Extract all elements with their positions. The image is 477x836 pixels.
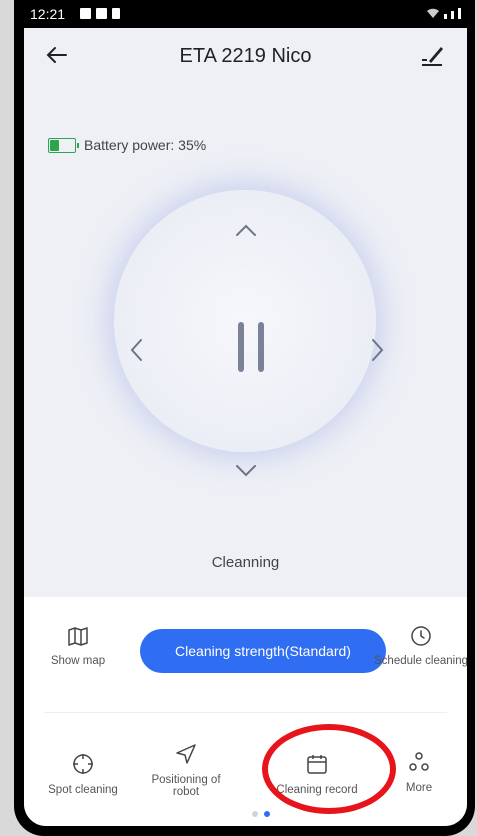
battery-status: Battery power: 35% (48, 137, 206, 153)
signal-bar-icon (444, 14, 447, 19)
signal-bar-icon (458, 8, 461, 19)
signal-icons (426, 7, 461, 19)
phone-frame: 12:21 ETA 2219 Nico Battery power: 35% C… (14, 0, 475, 836)
clock-icon (410, 626, 431, 646)
signal-bar-icon (451, 11, 454, 19)
schedule-cleaning-button[interactable]: Schedule cleaning (374, 625, 467, 667)
positioning-label: Positioning of robot (151, 774, 221, 798)
arrow-left-button[interactable] (122, 335, 152, 365)
show-map-button[interactable]: Show map (38, 625, 118, 667)
navigation-arrow-icon (176, 744, 196, 764)
app-bar: ETA 2219 Nico (24, 28, 467, 84)
cleaning-state: Cleanning (211, 554, 280, 571)
app-icon (96, 8, 107, 19)
positioning-button[interactable]: Positioning of robot (144, 742, 228, 806)
page-dot[interactable] (252, 811, 258, 817)
schedule-cleaning-label: Schedule cleaning (374, 655, 467, 667)
battery-icon (48, 137, 79, 153)
page-indicator (252, 811, 270, 817)
panel-divider (44, 712, 447, 713)
show-map-label: Show map (50, 655, 106, 667)
app-screen: 12:21 ETA 2219 Nico Battery power: 35% C… (24, 0, 467, 826)
cleaning-strength-label: Cleaning strength(Standard) (175, 643, 351, 659)
pause-bar-icon (258, 322, 264, 372)
device-title: ETA 2219 Nico (179, 45, 312, 67)
crosshair-icon (73, 754, 93, 774)
arrow-down-button[interactable] (231, 456, 261, 486)
status-bar: 12:21 (24, 0, 467, 28)
map-icon (68, 627, 88, 646)
highlight-circle-annotation (262, 724, 396, 814)
clipboard-icon (112, 8, 120, 19)
battery-level (50, 139, 60, 151)
page-dot-active[interactable] (264, 811, 270, 817)
pencil-icon[interactable] (419, 42, 445, 68)
wifi-icon (427, 8, 439, 18)
spot-cleaning-label: Spot cleaning (48, 784, 118, 796)
arrow-right-button[interactable] (362, 335, 392, 365)
notification-icons (80, 8, 120, 19)
more-icon (409, 752, 429, 771)
spot-cleaning-button[interactable]: Spot cleaning (38, 752, 128, 796)
gallery-icon (80, 8, 91, 19)
pause-bar-icon (238, 322, 244, 372)
more-button[interactable]: More (394, 750, 444, 794)
status-time: 12:21 (30, 6, 66, 22)
pause-button[interactable] (236, 322, 266, 372)
battery-label: Battery power: 35% (84, 137, 207, 153)
more-label: More (405, 782, 433, 794)
arrow-up-button[interactable] (231, 215, 261, 245)
cleaning-strength-button[interactable]: Cleaning strength(Standard) (140, 629, 386, 673)
